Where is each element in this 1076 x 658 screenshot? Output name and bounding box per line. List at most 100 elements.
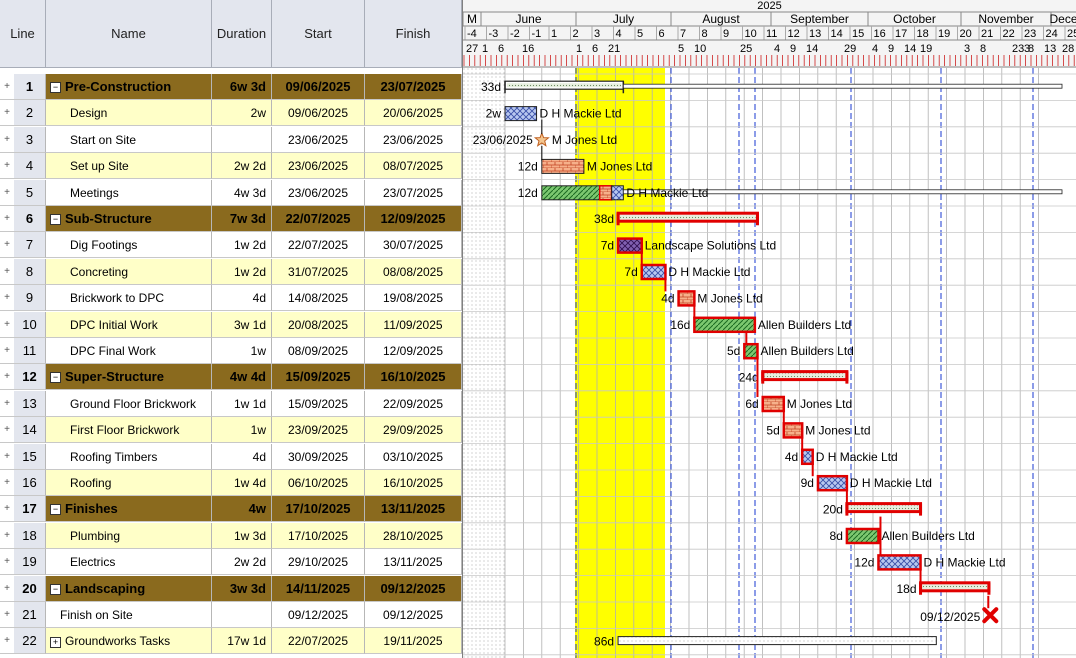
task-name-cell[interactable]: − Sub-Structure <box>46 206 212 232</box>
row-expand-icon[interactable]: + <box>0 364 14 391</box>
column-header-start[interactable]: Start <box>272 0 365 68</box>
task-duration[interactable] <box>212 126 272 153</box>
task-duration[interactable]: 1w 3d <box>212 522 272 549</box>
column-header-name[interactable]: Name <box>46 0 212 68</box>
task-name-cell[interactable]: Set up Site <box>46 153 212 180</box>
task-name-cell[interactable]: + Groundworks Tasks <box>46 628 212 655</box>
task-row[interactable]: +2 Design 2w 09/06/2025 20/06/2025 <box>0 100 462 127</box>
task-duration[interactable]: 6w 3d <box>212 74 272 100</box>
task-row[interactable]: +15 Roofing Timbers 4d 30/09/2025 03/10/2025 <box>0 443 462 470</box>
task-name-cell[interactable]: Meetings <box>46 179 212 206</box>
task-start[interactable]: 31/07/2025 <box>272 258 365 285</box>
task-finish[interactable]: 20/06/2025 <box>365 100 462 127</box>
row-line-number[interactable]: 4 <box>14 153 46 180</box>
task-duration[interactable]: 2w 2d <box>212 549 272 576</box>
task-name-cell[interactable]: Roofing <box>46 470 212 496</box>
task-name-cell[interactable]: Dig Footings <box>46 232 212 259</box>
task-start[interactable]: 22/07/2025 <box>272 206 365 232</box>
row-line-number[interactable]: 21 <box>14 602 46 628</box>
row-expand-icon[interactable]: + <box>0 549 14 576</box>
task-finish[interactable]: 09/12/2025 <box>365 575 462 602</box>
task-duration[interactable]: 1w <box>212 417 272 444</box>
collapse-icon[interactable]: − <box>50 583 61 595</box>
task-name-cell[interactable]: First Floor Brickwork <box>46 417 212 444</box>
row-line-number[interactable]: 9 <box>14 285 46 312</box>
task-start[interactable]: 20/08/2025 <box>272 311 365 338</box>
task-start[interactable]: 22/07/2025 <box>272 232 365 259</box>
row-expand-icon[interactable]: + <box>0 417 14 444</box>
task-name-cell[interactable]: DPC Final Work <box>46 338 212 364</box>
task-duration[interactable]: 1w 4d <box>212 470 272 496</box>
collapse-icon[interactable]: − <box>50 504 61 516</box>
task-row[interactable]: +22 + Groundworks Tasks 17w 1d 22/07/2025 19/… <box>0 628 462 655</box>
task-name-cell[interactable]: DPC Initial Work <box>46 311 212 338</box>
task-row[interactable]: +11 DPC Final Work 1w 08/09/2025 12/09/2025 <box>0 338 462 364</box>
row-line-number[interactable]: 7 <box>14 232 46 259</box>
task-duration[interactable]: 1w 1d <box>212 390 272 417</box>
task-name-cell[interactable]: Plumbing <box>46 522 212 549</box>
task-duration[interactable] <box>212 602 272 628</box>
task-row[interactable]: +3 Start on Site 23/06/2025 23/06/2025 <box>0 126 462 153</box>
task-name-cell[interactable]: Finish on Site <box>46 602 212 628</box>
task-finish[interactable]: 16/10/2025 <box>365 364 462 391</box>
task-name-cell[interactable]: Design <box>46 100 212 127</box>
task-duration[interactable]: 17w 1d <box>212 628 272 655</box>
task-row[interactable]: +14 First Floor Brickwork 1w 23/09/2025 29/0… <box>0 417 462 444</box>
task-duration[interactable]: 4w 3d <box>212 179 272 206</box>
task-finish[interactable]: 03/10/2025 <box>365 443 462 470</box>
task-name-cell[interactable]: Concreting <box>46 258 212 285</box>
task-duration[interactable]: 4d <box>212 443 272 470</box>
task-finish[interactable]: 12/09/2025 <box>365 206 462 232</box>
task-finish[interactable]: 09/12/2025 <box>365 602 462 628</box>
task-row[interactable]: +6− Sub-Structure 7w 3d 22/07/2025 12/09/202… <box>0 206 462 232</box>
task-start[interactable]: 30/09/2025 <box>272 443 365 470</box>
row-line-number[interactable]: 17 <box>14 496 46 523</box>
row-expand-icon[interactable]: + <box>0 206 14 232</box>
task-name-cell[interactable]: − Pre-Construction <box>46 74 212 100</box>
row-expand-icon[interactable]: + <box>0 126 14 153</box>
row-expand-icon[interactable]: + <box>0 496 14 523</box>
task-start[interactable]: 17/10/2025 <box>272 496 365 523</box>
task-finish[interactable]: 08/07/2025 <box>365 153 462 180</box>
task-name-cell[interactable]: Start on Site <box>46 126 212 153</box>
task-duration[interactable]: 1w <box>212 338 272 364</box>
task-name-cell[interactable]: − Landscaping <box>46 575 212 602</box>
row-expand-icon[interactable]: + <box>0 232 14 259</box>
task-duration[interactable]: 3w 3d <box>212 575 272 602</box>
task-finish[interactable]: 12/09/2025 <box>365 338 462 364</box>
task-name-cell[interactable]: Ground Floor Brickwork <box>46 390 212 417</box>
task-finish[interactable]: 16/10/2025 <box>365 470 462 496</box>
column-header-finish[interactable]: Finish <box>365 0 462 68</box>
task-duration[interactable]: 4w 4d <box>212 364 272 391</box>
row-line-number[interactable]: 13 <box>14 390 46 417</box>
task-start[interactable]: 09/06/2025 <box>272 74 365 100</box>
task-start[interactable]: 29/10/2025 <box>272 549 365 576</box>
task-duration[interactable]: 1w 2d <box>212 232 272 259</box>
task-start[interactable]: 17/10/2025 <box>272 522 365 549</box>
task-start[interactable]: 23/09/2025 <box>272 417 365 444</box>
row-expand-icon[interactable]: + <box>0 285 14 312</box>
task-finish[interactable]: 19/11/2025 <box>365 628 462 655</box>
collapse-icon[interactable]: − <box>50 214 61 226</box>
task-duration[interactable]: 2w <box>212 100 272 127</box>
task-duration[interactable]: 7w 3d <box>212 206 272 232</box>
task-name-cell[interactable]: − Super-Structure <box>46 364 212 391</box>
task-row[interactable]: +16 Roofing 1w 4d 06/10/2025 16/10/2025 <box>0 470 462 496</box>
row-expand-icon[interactable]: + <box>0 470 14 496</box>
row-line-number[interactable]: 6 <box>14 206 46 232</box>
gantt-chart[interactable]: 2025 M June July August September October Novem… <box>463 0 1076 658</box>
column-header-duration[interactable]: Duration <box>212 0 272 68</box>
task-start[interactable]: 09/12/2025 <box>272 602 365 628</box>
task-finish[interactable]: 22/09/2025 <box>365 390 462 417</box>
task-row[interactable]: +12− Super-Structure 4w 4d 15/09/2025 16/10/… <box>0 364 462 391</box>
row-line-number[interactable]: 15 <box>14 443 46 470</box>
task-duration[interactable]: 4d <box>212 285 272 312</box>
row-line-number[interactable]: 1 <box>14 74 46 100</box>
row-line-number[interactable]: 12 <box>14 364 46 391</box>
task-finish[interactable]: 23/07/2025 <box>365 179 462 206</box>
task-row[interactable]: +1− Pre-Construction 6w 3d 09/06/2025 23/07/… <box>0 74 462 100</box>
task-start[interactable]: 23/06/2025 <box>272 126 365 153</box>
row-expand-icon[interactable]: + <box>0 74 14 100</box>
collapse-icon[interactable]: − <box>50 82 61 94</box>
row-line-number[interactable]: 2 <box>14 100 46 127</box>
